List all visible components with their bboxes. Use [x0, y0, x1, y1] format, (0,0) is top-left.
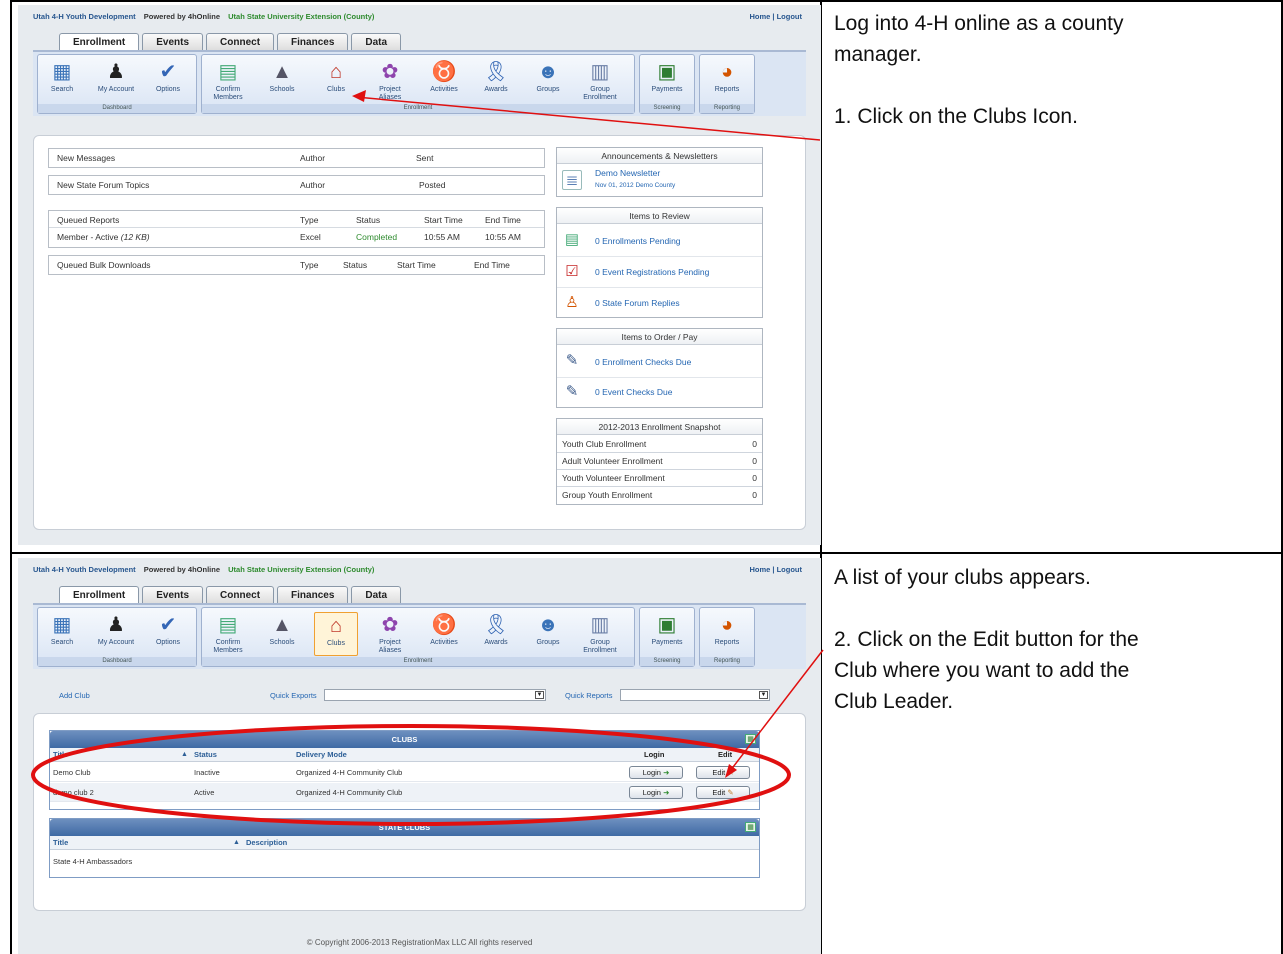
- highlight-ellipse: [31, 724, 791, 826]
- arrow-to-clubs-icon: [352, 90, 821, 141]
- arrow-to-edit-button: [725, 649, 824, 778]
- annotation-overlay: [31, 90, 824, 826]
